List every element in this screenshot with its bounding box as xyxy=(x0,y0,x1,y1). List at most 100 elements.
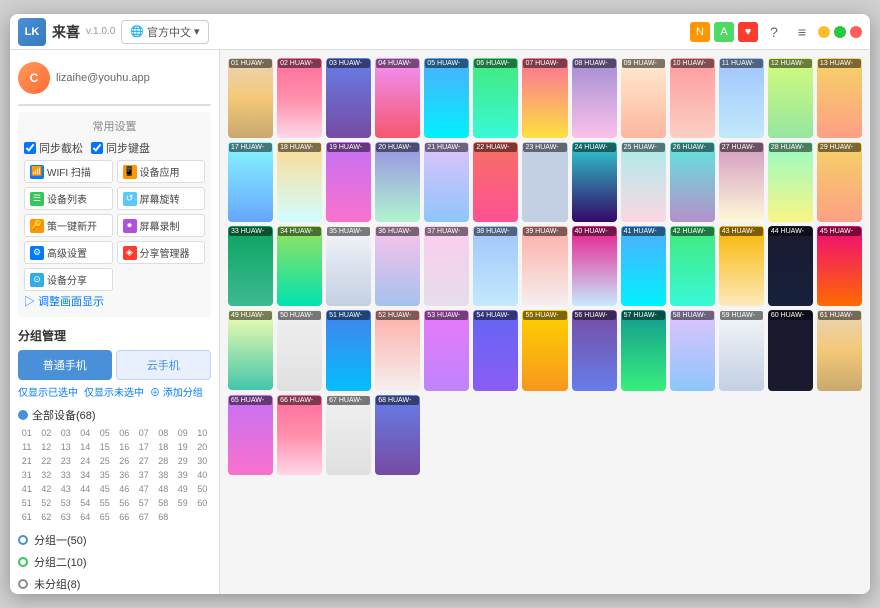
device-thumb[interactable]: 58 HUAW- xyxy=(670,310,715,390)
device-thumb[interactable]: 52 HUAW- xyxy=(375,310,420,390)
icon-heart[interactable]: ♥ xyxy=(738,22,758,42)
device-thumb[interactable]: 33 HUAW- xyxy=(228,226,273,306)
device-thumb[interactable]: 12 HUAW- xyxy=(768,58,813,138)
device-number[interactable]: 44 xyxy=(77,483,95,495)
device-number[interactable]: 18 xyxy=(155,441,173,453)
device-thumb[interactable]: 08 HUAW- xyxy=(572,58,617,138)
btn-advanced[interactable]: ⚙ 高级设置 xyxy=(24,241,113,264)
group-item[interactable]: 分组二(10) xyxy=(18,551,211,573)
tab-common-settings[interactable]: 常用设置 xyxy=(19,105,115,106)
device-number[interactable]: 19 xyxy=(174,441,192,453)
device-number[interactable]: 65 xyxy=(96,511,114,523)
device-number[interactable]: 07 xyxy=(135,427,153,439)
hint-hide[interactable]: 仅显示未选中 xyxy=(84,384,144,399)
device-number[interactable]: 41 xyxy=(18,483,36,495)
device-thumb[interactable]: 13 HUAW- xyxy=(817,58,862,138)
btn-screen-rotate[interactable]: ↺ 屏幕旋转 xyxy=(117,187,206,210)
device-number[interactable]: 16 xyxy=(116,441,134,453)
device-thumb[interactable]: 57 HUAW- xyxy=(621,310,666,390)
btn-cloud-phone[interactable]: 云手机 xyxy=(116,350,212,380)
device-number[interactable]: 29 xyxy=(174,455,192,467)
maximize-button[interactable] xyxy=(834,26,846,38)
device-number[interactable]: 36 xyxy=(116,469,134,481)
device-number[interactable]: 26 xyxy=(116,455,134,467)
hint-show[interactable]: 仅显示已选中 xyxy=(18,384,78,399)
device-thumb[interactable]: 45 HUAW- xyxy=(817,226,862,306)
device-number[interactable]: 09 xyxy=(174,427,192,439)
device-thumb[interactable]: 61 HUAW- xyxy=(817,310,862,390)
device-number[interactable]: 55 xyxy=(96,497,114,509)
icon-n[interactable]: N xyxy=(690,22,710,42)
group-item[interactable]: 未分组(8) xyxy=(18,573,211,594)
device-number[interactable]: 47 xyxy=(135,483,153,495)
device-thumb[interactable]: 01 HUAW- xyxy=(228,58,273,138)
device-number[interactable]: 50 xyxy=(194,483,212,495)
device-number[interactable]: 49 xyxy=(174,483,192,495)
device-number[interactable]: 11 xyxy=(18,441,36,453)
all-devices-row[interactable]: 全部设备(68) xyxy=(18,403,211,427)
device-number[interactable]: 05 xyxy=(96,427,114,439)
device-thumb[interactable]: 66 HUAW- xyxy=(277,395,322,475)
device-number[interactable]: 03 xyxy=(57,427,75,439)
device-thumb[interactable]: 59 HUAW- xyxy=(719,310,764,390)
panel-link[interactable]: ▷ 调整画面显示 xyxy=(24,291,205,311)
device-number[interactable]: 30 xyxy=(194,455,212,467)
device-thumb[interactable]: 28 HUAW- xyxy=(768,142,813,222)
device-number[interactable]: 02 xyxy=(38,427,56,439)
device-thumb[interactable]: 55 HUAW- xyxy=(522,310,567,390)
device-thumb[interactable]: 50 HUAW- xyxy=(277,310,322,390)
device-number[interactable]: 60 xyxy=(194,497,212,509)
device-thumb[interactable]: 54 HUAW- xyxy=(473,310,518,390)
btn-screen-record[interactable]: ⏺ 屏幕录制 xyxy=(117,214,206,237)
device-number[interactable]: 43 xyxy=(57,483,75,495)
device-thumb[interactable]: 39 HUAW- xyxy=(522,226,567,306)
device-thumb[interactable]: 21 HUAW- xyxy=(424,142,469,222)
device-thumb[interactable]: 49 HUAW- xyxy=(228,310,273,390)
device-thumb[interactable]: 53 HUAW- xyxy=(424,310,469,390)
btn-one-key[interactable]: 🔑 策一键新开 xyxy=(24,214,113,237)
device-number[interactable]: 46 xyxy=(116,483,134,495)
device-number[interactable]: 42 xyxy=(38,483,56,495)
btn-share-manager[interactable]: ◈ 分享管理器 xyxy=(117,241,206,264)
btn-wifi-scan[interactable]: 📶 WIFI 扫描 xyxy=(24,160,113,183)
device-number[interactable]: 38 xyxy=(155,469,173,481)
device-number[interactable]: 56 xyxy=(116,497,134,509)
device-number[interactable]: 31 xyxy=(18,469,36,481)
device-number[interactable]: 12 xyxy=(38,441,56,453)
close-button[interactable] xyxy=(850,26,862,38)
device-number[interactable]: 04 xyxy=(77,427,95,439)
btn-device-share[interactable]: ⊙ 设备分享 xyxy=(24,268,113,291)
device-thumb[interactable]: 11 HUAW- xyxy=(719,58,764,138)
device-number[interactable]: 57 xyxy=(135,497,153,509)
device-thumb[interactable]: 36 HUAW- xyxy=(375,226,420,306)
device-thumb[interactable]: 23 HUAW- xyxy=(522,142,567,222)
device-number[interactable]: 58 xyxy=(155,497,173,509)
minimize-button[interactable] xyxy=(818,26,830,38)
device-thumb[interactable]: 60 HUAW- xyxy=(768,310,813,390)
btn-device-list[interactable]: ☰ 设备列表 xyxy=(24,187,113,210)
device-thumb[interactable]: 05 HUAW- xyxy=(424,58,469,138)
device-number[interactable]: 63 xyxy=(57,511,75,523)
sync-screenshot-input[interactable] xyxy=(24,142,36,154)
device-thumb[interactable]: 04 HUAW- xyxy=(375,58,420,138)
device-thumb[interactable]: 09 HUAW- xyxy=(621,58,666,138)
hint-add[interactable]: ⊕ 添加分组 xyxy=(150,384,203,399)
device-number[interactable]: 24 xyxy=(77,455,95,467)
device-thumb[interactable]: 43 HUAW- xyxy=(719,226,764,306)
device-number[interactable]: 32 xyxy=(38,469,56,481)
device-number[interactable]: 48 xyxy=(155,483,173,495)
device-thumb[interactable]: 10 HUAW- xyxy=(670,58,715,138)
device-number[interactable]: 10 xyxy=(194,427,212,439)
sync-keyboard-checkbox[interactable]: 同步键盘 xyxy=(91,140,150,156)
device-thumb[interactable]: 25 HUAW- xyxy=(621,142,666,222)
device-number[interactable]: 61 xyxy=(18,511,36,523)
group-item[interactable]: 分组一(50) xyxy=(18,529,211,551)
device-number[interactable]: 59 xyxy=(174,497,192,509)
device-number[interactable]: 28 xyxy=(155,455,173,467)
device-number[interactable]: 53 xyxy=(57,497,75,509)
tab-toolbox[interactable]: 工具箱 xyxy=(115,105,211,106)
device-number[interactable]: 23 xyxy=(57,455,75,467)
device-number[interactable]: 37 xyxy=(135,469,153,481)
device-thumb[interactable]: 03 HUAW- xyxy=(326,58,371,138)
btn-normal-phone[interactable]: 普通手机 xyxy=(18,350,112,380)
